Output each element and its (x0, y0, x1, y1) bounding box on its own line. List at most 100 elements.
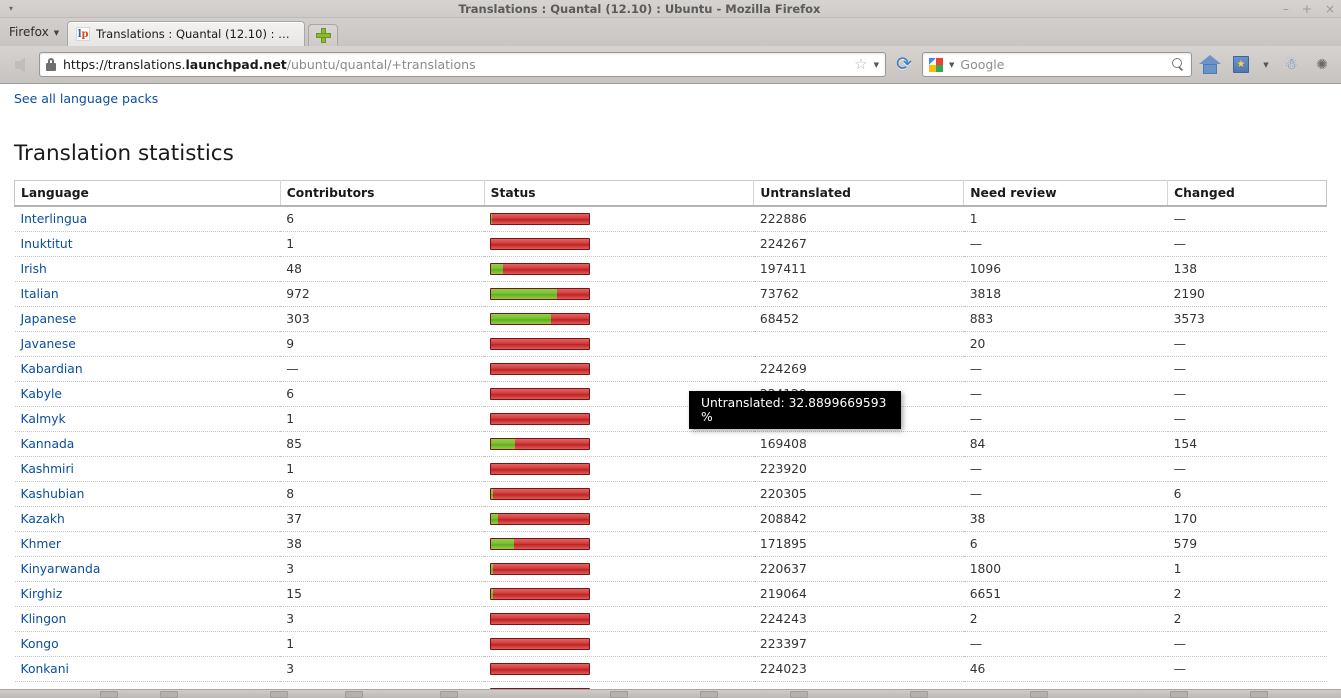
language-link[interactable]: Kashubian (21, 487, 85, 501)
column-header-need-review[interactable]: Need review (963, 180, 1169, 207)
cell-untranslated: 219064 (753, 581, 964, 607)
maximize-button[interactable]: + (1302, 0, 1312, 18)
translation-progress-bar[interactable] (490, 587, 591, 600)
bookmarks-button[interactable]: ★ (1228, 51, 1254, 79)
translation-progress-bar[interactable] (490, 562, 591, 575)
cell-contributors: 3 (280, 606, 485, 632)
progress-untranslated-segment (551, 313, 590, 324)
firefox-menu-button[interactable]: Firefox ▼ (0, 18, 67, 46)
firefox-menu-label: Firefox (9, 25, 49, 39)
language-link[interactable]: Javanese (21, 337, 76, 351)
taskbar-item[interactable] (910, 691, 928, 698)
column-header-contributors[interactable]: Contributors (280, 180, 485, 207)
addon-ghost-button[interactable]: ☃ (1278, 51, 1304, 79)
translation-progress-bar[interactable] (490, 662, 591, 675)
taskbar-item[interactable] (790, 691, 808, 698)
cell-status (484, 206, 754, 232)
cell-status (484, 606, 754, 632)
taskbar-item[interactable] (1250, 691, 1268, 698)
close-button[interactable]: × (1325, 0, 1335, 18)
search-icon[interactable] (1172, 58, 1185, 71)
cell-need-review: 1096 (963, 256, 1168, 282)
taskbar-item[interactable] (610, 691, 628, 698)
translation-progress-bar[interactable] (490, 337, 591, 350)
translation-progress-bar[interactable] (490, 537, 591, 550)
taskbar-item[interactable] (100, 691, 118, 698)
taskbar-item[interactable] (1030, 691, 1048, 698)
translation-progress-bar[interactable] (490, 412, 591, 425)
cell-untranslated: 224267 (753, 231, 964, 257)
chevron-down-icon[interactable]: ▼ (874, 61, 879, 69)
translation-progress-bar[interactable] (490, 262, 591, 275)
taskbar-item[interactable] (440, 691, 458, 698)
table-row: Javanese 9 20— (14, 331, 1327, 357)
bookmarks-dropdown[interactable]: ▼ (1259, 51, 1273, 79)
table-row: Kannada 85 169408 84 154 (14, 431, 1327, 457)
see-all-language-packs-link[interactable]: See all language packs (14, 91, 158, 106)
cell-contributors: 6 (280, 381, 485, 407)
home-button[interactable] (1197, 51, 1223, 79)
cell-contributors: 972 (280, 281, 485, 307)
desktop-taskbar[interactable] (0, 689, 1341, 698)
translation-progress-bar[interactable] (490, 437, 591, 450)
column-header-untranslated[interactable]: Untranslated (753, 180, 965, 207)
language-link[interactable]: Kazakh (21, 512, 65, 526)
column-header-changed[interactable]: Changed (1167, 180, 1327, 207)
minimize-button[interactable]: – (1283, 0, 1289, 18)
translation-progress-bar[interactable] (490, 637, 591, 650)
address-bar[interactable]: https://translations.launchpad.net/ubunt… (39, 52, 886, 77)
language-link[interactable]: Kirghiz (21, 587, 63, 601)
translation-progress-bar[interactable] (490, 612, 591, 625)
taskbar-item[interactable] (700, 691, 718, 698)
back-button[interactable] (6, 52, 34, 78)
translation-progress-bar[interactable] (490, 362, 591, 375)
url-host: launchpad.net (185, 57, 287, 72)
language-link[interactable]: Kongo (21, 637, 59, 651)
status-tooltip: Untranslated: 32.8899669593 % (689, 391, 901, 429)
translation-progress-bar[interactable] (490, 212, 591, 225)
language-link[interactable]: Kalmyk (21, 412, 66, 426)
language-link[interactable]: Konkani (21, 662, 69, 676)
translation-progress-bar[interactable] (490, 387, 591, 400)
translation-progress-bar[interactable] (490, 237, 591, 250)
new-tab-button[interactable] (308, 24, 339, 46)
cell-status (484, 431, 754, 457)
language-link[interactable]: Khmer (21, 537, 61, 551)
progress-untranslated-segment (513, 538, 590, 549)
column-header-status[interactable]: Status (484, 180, 755, 207)
language-link[interactable]: Inuktitut (21, 237, 73, 251)
taskbar-item[interactable] (345, 691, 363, 698)
cell-untranslated (753, 331, 964, 357)
reload-button[interactable]: ⟳ (891, 52, 917, 78)
translation-progress-bar[interactable] (490, 512, 591, 525)
translation-progress-bar[interactable] (490, 287, 591, 300)
language-link[interactable]: Japanese (21, 312, 77, 326)
taskbar-item[interactable] (270, 691, 288, 698)
browser-tab-active[interactable]: lp Translations : Quantal (12.10) : Ubu.… (67, 21, 306, 46)
language-link[interactable]: Kabardian (21, 362, 83, 376)
search-bar[interactable]: ▼ Google (922, 52, 1192, 77)
translation-progress-bar[interactable] (490, 487, 591, 500)
chevron-down-icon[interactable]: ▼ (949, 61, 954, 69)
column-header-language[interactable]: Language (14, 180, 281, 207)
taskbar-item[interactable] (1170, 691, 1188, 698)
taskbar-item[interactable] (160, 691, 178, 698)
language-link[interactable]: Kabyle (21, 387, 62, 401)
language-link[interactable]: Irish (21, 262, 47, 276)
cell-need-review: — (963, 231, 1168, 257)
language-link[interactable]: Kannada (21, 437, 75, 451)
translation-progress-bar[interactable] (490, 312, 591, 325)
language-link[interactable]: Klingon (21, 612, 67, 626)
cell-language: Japanese (14, 306, 281, 332)
addon-bug-button[interactable]: ✺ (1309, 51, 1335, 79)
window-menu-arrow-icon[interactable]: ▾ (0, 0, 22, 18)
address-bar-url: https://translations.launchpad.net/ubunt… (63, 57, 476, 72)
translation-progress-bar[interactable] (490, 462, 591, 475)
bookmark-star-icon[interactable]: ☆ (854, 57, 867, 72)
language-link[interactable]: Interlingua (21, 212, 88, 226)
language-link[interactable]: Kashmiri (21, 462, 74, 476)
cell-language: Kongo (14, 631, 281, 657)
language-link[interactable]: Kinyarwanda (21, 562, 101, 576)
language-link[interactable]: Italian (21, 287, 59, 301)
search-input[interactable]: Google (960, 57, 1166, 72)
